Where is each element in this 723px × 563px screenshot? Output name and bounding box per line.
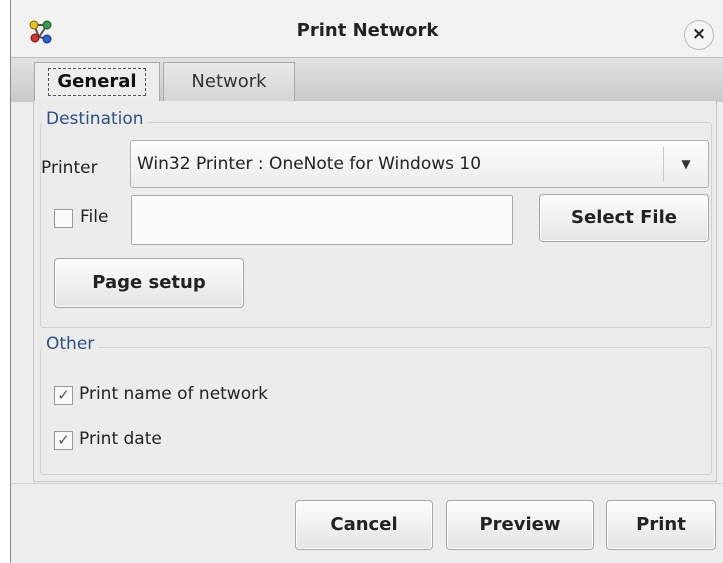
- print-network-dialog: Print Network × General Network Destinat…: [10, 0, 723, 563]
- print-button[interactable]: Print: [606, 500, 716, 550]
- other-group: [40, 347, 712, 475]
- close-icon: ×: [691, 24, 707, 44]
- file-label: File: [80, 207, 109, 227]
- page-setup-button[interactable]: Page setup: [54, 258, 244, 308]
- checkmark-icon: ✓: [57, 431, 70, 449]
- other-group-title: Other: [42, 334, 99, 354]
- printer-select[interactable]: Win32 Printer : OneNote for Windows 10 ▼: [130, 140, 709, 188]
- title-bar: Print Network ×: [11, 0, 723, 58]
- file-checkbox[interactable]: [54, 209, 73, 228]
- chevron-down-icon[interactable]: ▼: [663, 147, 708, 181]
- destination-group-title: Destination: [42, 109, 148, 129]
- print-name-checkbox[interactable]: ✓: [54, 386, 73, 405]
- print-name-label: Print name of network: [79, 384, 268, 404]
- file-path-input[interactable]: [131, 195, 513, 245]
- checkmark-icon: ✓: [57, 386, 70, 404]
- tab-network-label: Network: [191, 71, 267, 92]
- tab-general[interactable]: General: [34, 62, 160, 102]
- cancel-button[interactable]: Cancel: [295, 500, 433, 550]
- tab-bar: General Network: [11, 57, 723, 102]
- print-date-checkbox[interactable]: ✓: [54, 431, 73, 450]
- select-file-button[interactable]: Select File: [539, 194, 709, 242]
- tab-general-label: General: [48, 68, 146, 96]
- preview-button[interactable]: Preview: [446, 500, 594, 550]
- footer-divider: [11, 483, 723, 484]
- close-button[interactable]: ×: [684, 20, 714, 50]
- dialog-title: Print Network: [296, 20, 439, 41]
- printer-select-value: Win32 Printer : OneNote for Windows 10: [137, 154, 482, 174]
- tab-network[interactable]: Network: [163, 62, 295, 102]
- print-date-label: Print date: [79, 429, 162, 449]
- general-panel: Destination Printer Win32 Printer : OneN…: [33, 101, 717, 482]
- printer-label: Printer: [41, 158, 98, 178]
